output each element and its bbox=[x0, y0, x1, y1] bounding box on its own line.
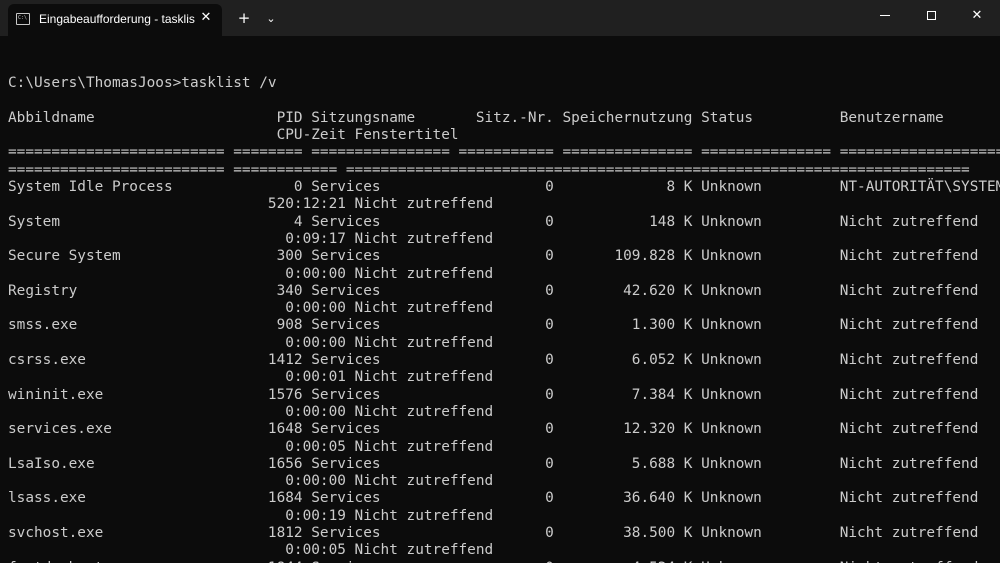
chevron-down-icon[interactable]: ⌄ bbox=[262, 9, 280, 29]
maximize-button[interactable] bbox=[908, 0, 954, 32]
console-line: 0:00:00 Nicht zutreffend bbox=[8, 473, 494, 490]
console-output[interactable]: C:\Users\ThomasJoos>tasklist /v Abbildnam… bbox=[8, 58, 1000, 563]
console-line: Abbildname PID Sitzungsname Sitz.-Nr. Sp… bbox=[8, 109, 944, 126]
console-line: 520:12:21 Nicht zutreffend bbox=[8, 196, 494, 213]
console-line: fontdrvhost.exe 1844 Services 0 4.524 K … bbox=[8, 560, 1000, 563]
close-window-button[interactable]: ✕ bbox=[954, 0, 1000, 32]
console-line: 0:00:19 Nicht zutreffend bbox=[8, 507, 494, 524]
console-line: lsass.exe 1684 Services 0 36.640 K Unkno… bbox=[8, 490, 979, 507]
close-tab-button[interactable]: ✕ bbox=[198, 10, 214, 26]
console-line: 0:00:00 Nicht zutreffend bbox=[8, 265, 494, 282]
console-line: 0:00:00 Nicht zutreffend bbox=[8, 300, 494, 317]
console-line: services.exe 1648 Services 0 12.320 K Un… bbox=[8, 421, 979, 438]
title-bar[interactable]: C:\ Eingabeaufforderung - tasklis ✕ + ⌄ … bbox=[0, 0, 1000, 36]
tab-command-prompt[interactable]: C:\ Eingabeaufforderung - tasklis ✕ bbox=[8, 4, 222, 36]
console-line: wininit.exe 1576 Services 0 7.384 K Unkn… bbox=[8, 386, 979, 403]
console-line: 0:00:00 Nicht zutreffend bbox=[8, 334, 494, 351]
minimize-icon bbox=[880, 15, 890, 16]
console-line: CPU-Zeit Fenstertitel bbox=[8, 127, 459, 144]
console-line: System Idle Process 0 Services 0 8 K Unk… bbox=[8, 179, 1000, 196]
terminal-icon: C:\ bbox=[16, 13, 30, 25]
console-line: C:\Users\ThomasJoos>tasklist /v bbox=[8, 75, 277, 92]
console-line: 0:00:05 Nicht zutreffend bbox=[8, 438, 494, 455]
console-line: ========================= ======== =====… bbox=[8, 144, 1000, 161]
console-line: System 4 Services 0 148 K Unknown Nicht … bbox=[8, 213, 979, 230]
console-line: 0:00:00 Nicht zutreffend bbox=[8, 403, 494, 420]
console-line: 0:00:05 Nicht zutreffend bbox=[8, 542, 494, 559]
tab-title: Eingabeaufforderung - tasklis bbox=[39, 12, 195, 26]
console-line: csrss.exe 1412 Services 0 6.052 K Unknow… bbox=[8, 352, 979, 369]
console-line: Registry 340 Services 0 42.620 K Unknown… bbox=[8, 282, 979, 299]
maximize-icon bbox=[926, 11, 936, 20]
new-tab-button[interactable]: + bbox=[234, 9, 254, 29]
console-line: 0:09:17 Nicht zutreffend bbox=[8, 230, 494, 247]
console-line: LsaIso.exe 1656 Services 0 5.688 K Unkno… bbox=[8, 455, 979, 472]
console-line: Secure System 300 Services 0 109.828 K U… bbox=[8, 248, 979, 265]
minimize-button[interactable] bbox=[862, 0, 908, 32]
terminal-window: C:\ Eingabeaufforderung - tasklis ✕ + ⌄ … bbox=[0, 0, 1000, 563]
console-line: ========================= ============ =… bbox=[8, 161, 970, 178]
console-line: smss.exe 908 Services 0 1.300 K Unknown … bbox=[8, 317, 979, 334]
console-line: 0:00:01 Nicht zutreffend bbox=[8, 369, 494, 386]
console-line: svchost.exe 1812 Services 0 38.500 K Unk… bbox=[8, 525, 979, 542]
